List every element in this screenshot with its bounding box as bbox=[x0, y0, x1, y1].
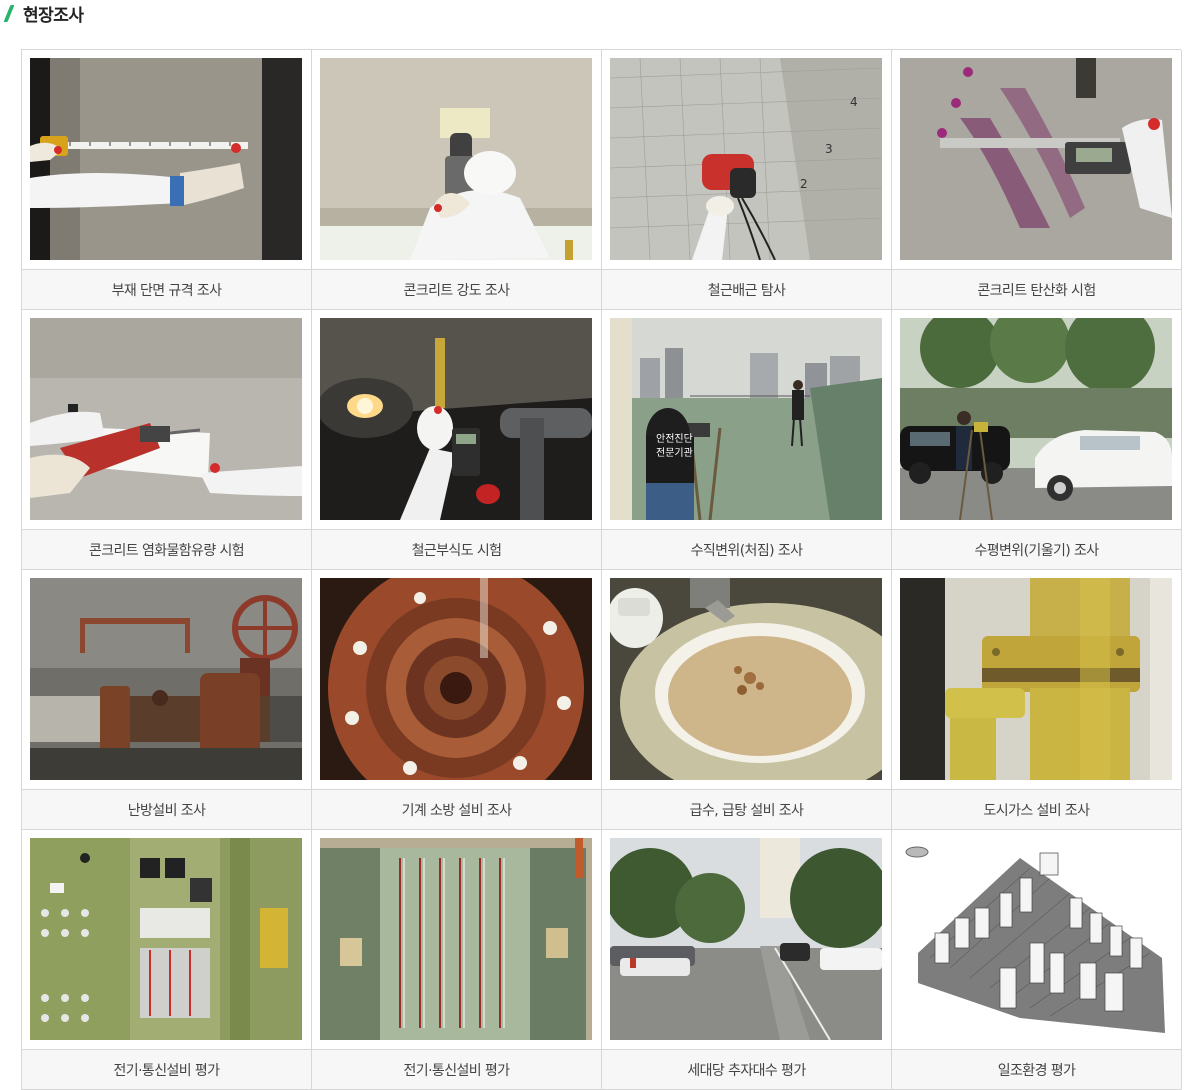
photo-caption: 전기·통신설비 평가 bbox=[312, 1049, 601, 1089]
photo-caption: 콘크리트 강도 조사 bbox=[312, 269, 601, 309]
gallery-item[interactable]: 전기·통신설비 평가 bbox=[312, 830, 602, 1090]
photo-tape-measure[interactable] bbox=[30, 58, 302, 260]
photo-control-panel[interactable] bbox=[30, 838, 302, 1040]
photo-street-survey[interactable] bbox=[900, 318, 1172, 520]
photo-gas-pipe[interactable] bbox=[900, 578, 1172, 780]
title-slash-icon bbox=[2, 4, 16, 22]
photo-caption: 난방설비 조사 bbox=[22, 789, 311, 829]
gallery-item[interactable]: 급수, 급탕 설비 조사 bbox=[602, 570, 892, 830]
photo-caption: 급수, 급탕 설비 조사 bbox=[602, 789, 891, 829]
svg-text:전문기관: 전문기관 bbox=[656, 447, 693, 459]
photo-rusty-pipe[interactable] bbox=[320, 578, 592, 780]
gallery-item[interactable]: 도시가스 설비 조사 bbox=[892, 570, 1182, 830]
svg-text:안전진단: 안전진단 bbox=[656, 433, 693, 445]
gallery-item[interactable]: 세대당 추자대수 평가 bbox=[602, 830, 892, 1090]
photo-drill[interactable] bbox=[30, 318, 302, 520]
gallery-item[interactable]: 수평변위(기울기) 조사 bbox=[892, 310, 1182, 570]
photo-caption: 콘크리트 탄산화 시험 bbox=[892, 269, 1181, 309]
photo-caption: 부재 단면 규격 조사 bbox=[22, 269, 311, 309]
gallery-item[interactable]: 4 3 2 철근배근 탐사 bbox=[602, 50, 892, 310]
photo-caption: 철근배근 탐사 bbox=[602, 269, 891, 309]
gallery-item[interactable]: 부재 단면 규격 조사 bbox=[22, 50, 312, 310]
photo-rusty-valve[interactable] bbox=[30, 578, 302, 780]
gallery-item[interactable]: 콘크리트 염화물함유량 시험 bbox=[22, 310, 312, 570]
photo-caption: 전기·통신설비 평가 bbox=[22, 1049, 311, 1089]
svg-text:3: 3 bbox=[825, 142, 833, 156]
photo-caption: 도시가스 설비 조사 bbox=[892, 789, 1181, 829]
gallery-item[interactable]: 안전진단 전문기관 수직변위(처짐) 조사 bbox=[602, 310, 892, 570]
svg-text:4: 4 bbox=[850, 95, 858, 109]
photo-caption: 기계 소방 설비 조사 bbox=[312, 789, 601, 829]
photo-gallery: 부재 단면 규격 조사 콘크리트 강도 조사 4 3 2 철근배근 탐사 콘크리… bbox=[21, 49, 1182, 1090]
photo-terminal-cabinet[interactable] bbox=[320, 838, 592, 1040]
gallery-item[interactable]: 전기·통신설비 평가 bbox=[22, 830, 312, 1090]
page-header: 현장조사 bbox=[0, 0, 84, 26]
gallery-item[interactable]: 기계 소방 설비 조사 bbox=[312, 570, 602, 830]
photo-caption: 수직변위(처짐) 조사 bbox=[602, 529, 891, 569]
photo-caption: 일조환경 평가 bbox=[892, 1049, 1181, 1089]
gallery-item[interactable]: 철근부식도 시험 bbox=[312, 310, 602, 570]
photo-caliper[interactable] bbox=[900, 58, 1172, 260]
photo-rebound-hammer[interactable] bbox=[320, 58, 592, 260]
photo-rebar-scanner[interactable]: 4 3 2 bbox=[610, 58, 882, 260]
photo-caption: 세대당 추자대수 평가 bbox=[602, 1049, 891, 1089]
gallery-item[interactable]: 난방설비 조사 bbox=[22, 570, 312, 830]
svg-text:2: 2 bbox=[800, 177, 808, 191]
photo-corrosion-meter[interactable] bbox=[320, 318, 592, 520]
photo-caption: 콘크리트 염화물함유량 시험 bbox=[22, 529, 311, 569]
page-title: 현장조사 bbox=[23, 5, 84, 26]
photo-parking-lot[interactable] bbox=[610, 838, 882, 1040]
photo-rooftop-survey[interactable]: 안전진단 전문기관 bbox=[610, 318, 882, 520]
photo-caption: 수평변위(기울기) 조사 bbox=[892, 529, 1181, 569]
photo-caption: 철근부식도 시험 bbox=[312, 529, 601, 569]
photo-water-basin[interactable] bbox=[610, 578, 882, 780]
gallery-item[interactable]: 콘크리트 강도 조사 bbox=[312, 50, 602, 310]
photo-3d-model[interactable] bbox=[900, 838, 1172, 1040]
gallery-item[interactable]: 일조환경 평가 bbox=[892, 830, 1182, 1090]
gallery-item[interactable]: 콘크리트 탄산화 시험 bbox=[892, 50, 1182, 310]
